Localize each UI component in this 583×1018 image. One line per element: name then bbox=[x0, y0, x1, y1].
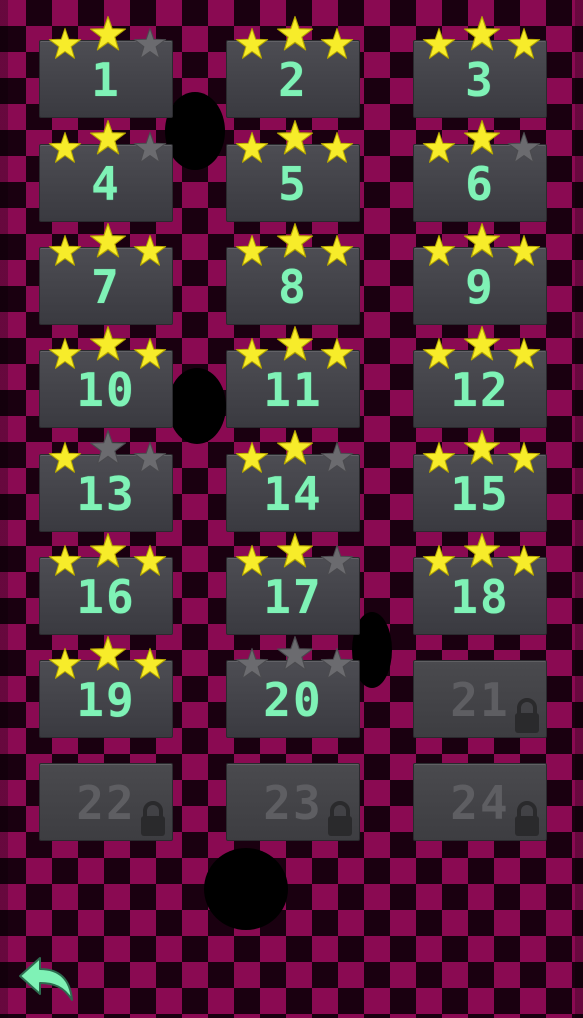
level-number: 16 bbox=[76, 570, 136, 624]
lock-icon bbox=[515, 698, 539, 733]
level-tile-12[interactable]: 12 bbox=[413, 325, 547, 428]
star-icon-empty bbox=[89, 429, 127, 465]
level-tile-13[interactable]: 13 bbox=[39, 429, 173, 532]
level-number: 1 bbox=[91, 53, 121, 107]
level-tile-14[interactable]: 14 bbox=[226, 429, 360, 532]
level-number: 4 bbox=[91, 157, 121, 211]
level-number: 20 bbox=[263, 673, 323, 727]
level-tile-22-locked[interactable]: 22 bbox=[39, 763, 173, 841]
star-icon-earned bbox=[89, 119, 127, 155]
level-tile-2[interactable]: 2 bbox=[226, 15, 360, 118]
level-number: 13 bbox=[76, 467, 136, 521]
level-tile-15[interactable]: 15 bbox=[413, 429, 547, 532]
level-tile-16[interactable]: 16 bbox=[39, 532, 173, 635]
level-number: 18 bbox=[450, 570, 510, 624]
star-icon-empty bbox=[276, 635, 314, 671]
level-tile-17[interactable]: 17 bbox=[226, 532, 360, 635]
level-number: 12 bbox=[450, 363, 510, 417]
level-number: 5 bbox=[278, 157, 308, 211]
lock-icon bbox=[141, 801, 165, 836]
level-tile-9[interactable]: 9 bbox=[413, 222, 547, 325]
level-tile-19[interactable]: 19 bbox=[39, 635, 173, 738]
star-icon-earned bbox=[276, 325, 314, 361]
star-icon-earned bbox=[89, 532, 127, 568]
level-tile-8[interactable]: 8 bbox=[226, 222, 360, 325]
level-number: 7 bbox=[91, 260, 121, 314]
star-icon-earned bbox=[89, 325, 127, 361]
lock-icon bbox=[515, 801, 539, 836]
level-number: 15 bbox=[450, 467, 510, 521]
star-icon-earned bbox=[463, 325, 501, 361]
level-tile-11[interactable]: 11 bbox=[226, 325, 360, 428]
level-tile-3[interactable]: 3 bbox=[413, 15, 547, 118]
level-tile-24-locked[interactable]: 24 bbox=[413, 763, 547, 841]
star-icon-earned bbox=[463, 429, 501, 465]
level-tile-21-locked[interactable]: 21 bbox=[413, 660, 547, 738]
star-icon-earned bbox=[276, 532, 314, 568]
star-icon-earned bbox=[276, 119, 314, 155]
level-number: 19 bbox=[76, 673, 136, 727]
level-grid: 1 2 3 4 5 6 7 8 9 10 11 12 13 14 15 16 1… bbox=[0, 0, 583, 900]
level-tile-1[interactable]: 1 bbox=[39, 15, 173, 118]
level-tile-7[interactable]: 7 bbox=[39, 222, 173, 325]
level-number: 11 bbox=[263, 363, 323, 417]
level-number: 17 bbox=[263, 570, 323, 624]
star-icon-earned bbox=[276, 429, 314, 465]
star-icon-earned bbox=[89, 635, 127, 671]
star-icon-earned bbox=[463, 119, 501, 155]
level-number: 6 bbox=[465, 157, 495, 211]
lock-icon bbox=[328, 801, 352, 836]
back-arrow-icon[interactable] bbox=[14, 954, 76, 1004]
star-icon-earned bbox=[463, 532, 501, 568]
level-number: 10 bbox=[76, 363, 136, 417]
level-tile-20[interactable]: 20 bbox=[226, 635, 360, 738]
level-number: 8 bbox=[278, 260, 308, 314]
star-icon-earned bbox=[89, 222, 127, 258]
level-tile-18[interactable]: 18 bbox=[413, 532, 547, 635]
level-number: 2 bbox=[278, 53, 308, 107]
star-icon-earned bbox=[276, 222, 314, 258]
star-icon-earned bbox=[463, 222, 501, 258]
level-number: 14 bbox=[263, 467, 323, 521]
level-tile-10[interactable]: 10 bbox=[39, 325, 173, 428]
level-tile-6[interactable]: 6 bbox=[413, 119, 547, 222]
star-icon-earned bbox=[463, 15, 501, 51]
level-tile-4[interactable]: 4 bbox=[39, 119, 173, 222]
level-number: 3 bbox=[465, 53, 495, 107]
level-number: 9 bbox=[465, 260, 495, 314]
level-tile-5[interactable]: 5 bbox=[226, 119, 360, 222]
star-icon-earned bbox=[89, 15, 127, 51]
level-tile-23-locked[interactable]: 23 bbox=[226, 763, 360, 841]
star-icon-earned bbox=[276, 15, 314, 51]
